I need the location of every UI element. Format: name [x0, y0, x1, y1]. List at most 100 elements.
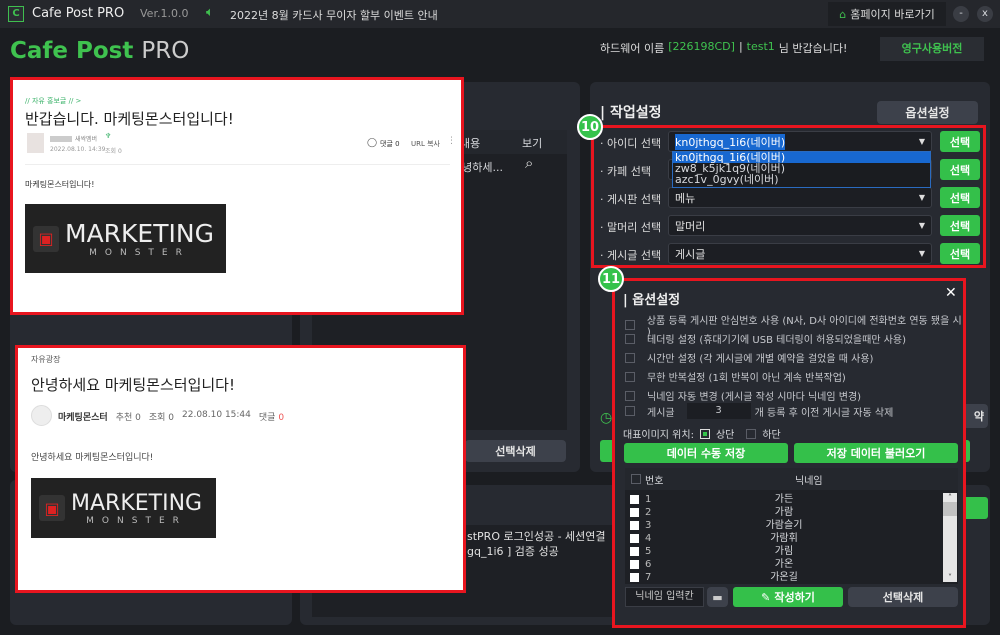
option-checkbox-row[interactable]: 닉네임 자동 변경 (게시글 작성 시마다 닉네임 변경)	[625, 388, 861, 403]
radio-bottom-label: 하단	[762, 430, 781, 441]
scroll-thumb[interactable]	[943, 502, 957, 516]
radio-bottom[interactable]	[746, 428, 757, 439]
nickname-row[interactable]: 3 가람슬기	[625, 519, 943, 532]
nickname-row[interactable]: 5 가림	[625, 545, 943, 558]
marketing-monster-logo: ▣ MARKETING MONSTER	[25, 204, 226, 273]
write-button[interactable]: ✎ 작성하기	[733, 587, 843, 607]
work-title-text: 작업설정	[610, 105, 662, 121]
row-label: · 아이디 선택	[600, 137, 662, 150]
id-dropdown-list[interactable]: kn0jthgq_1i6(네이버) zw8_k5jk1q9(네이버) azc1v…	[672, 151, 931, 188]
option-checkbox-row[interactable]: 테더링 설정 (휴대기기에 USB 테더링이 허용되었을때만 사용)	[625, 331, 906, 346]
nickname-input[interactable]: 닉네임 입력칸	[625, 587, 704, 607]
delete-selected-nick-button[interactable]: 선택삭제	[848, 587, 958, 607]
post-body: 안녕하세요 마케팅몬스터입니다!	[31, 453, 154, 463]
radio-top[interactable]	[699, 428, 710, 439]
row-select[interactable]: 게시글 ▼	[668, 243, 932, 264]
write-label: 작성하기	[774, 591, 815, 604]
nickname-row[interactable]: 7 가온길	[625, 571, 943, 584]
checkbox[interactable]	[625, 333, 635, 344]
comments-count: 0	[278, 413, 285, 423]
post-preview-2: 자유광장 안녕하세요 마케팅몬스터입니다! 마케팅몬스터 추천 0 조회 0 2…	[15, 345, 466, 593]
post-title: 안녕하세요 마케팅몬스터입니다!	[31, 376, 235, 394]
post-views: 조회 0	[105, 148, 122, 155]
minimize-button[interactable]: -	[953, 6, 969, 22]
nickname-row[interactable]: 1 가든	[625, 493, 943, 506]
scroll-down-icon[interactable]: ˅	[943, 573, 957, 582]
search-icon[interactable]: ⌕	[525, 154, 533, 172]
home-icon: ⌂	[839, 7, 847, 21]
option-checkbox-row[interactable]: 무한 반복설정 (1회 반복이 아닌 계속 반복작업)	[625, 369, 846, 384]
author[interactable]: 마케팅몬스터	[58, 410, 108, 423]
row-select[interactable]: 메뉴 ▼	[668, 187, 932, 208]
delete-selected-button[interactable]: 선택삭제	[465, 440, 566, 462]
more-icon[interactable]: ⋮	[447, 136, 456, 146]
nickname-row[interactable]: 2 가람	[625, 506, 943, 519]
select-all-checkbox[interactable]	[631, 474, 641, 484]
logo: Cafe Post PRO	[10, 38, 189, 64]
pencil-icon: ✎	[761, 590, 771, 604]
scroll-up-icon[interactable]: ˄	[943, 493, 957, 502]
comments[interactable]: 댓글 0	[259, 410, 284, 423]
image-position: 대표이미지 위치: 상단 하단	[623, 426, 781, 441]
post-label: 게시글	[647, 407, 675, 419]
title-bar: C Cafe Post PRO Ver.1.0.0 🔈︎ 2022년 8월 카드…	[0, 0, 1000, 28]
row-select-button[interactable]: 선택	[940, 131, 980, 152]
avatar	[27, 133, 44, 153]
board-name[interactable]: 자유광장	[31, 354, 60, 365]
row-select[interactable]: 말머리 ▼	[668, 215, 932, 236]
logo-pro: PRO	[141, 38, 190, 64]
post-date: 2022.08.10. 14:39	[50, 146, 106, 153]
scrollbar[interactable]: ˄ ˅	[943, 493, 957, 582]
folder-icon[interactable]: ▬	[707, 587, 728, 607]
chevron-down-icon: ▼	[918, 137, 925, 146]
close-icon[interactable]: ✕	[945, 285, 957, 301]
dropdown-option[interactable]: azc1v_0gvy(네이버)	[673, 174, 930, 185]
col-no: 번호	[645, 476, 664, 487]
nickname-row[interactable]: 4 가람휘	[625, 532, 943, 545]
checkbox[interactable]	[625, 320, 635, 330]
row-select-button[interactable]: 선택	[940, 243, 980, 264]
row-select-value: 게시글	[675, 247, 706, 261]
post-meta: 마케팅몬스터 추천 0 조회 0 22.08.10 15:44 댓글 0	[58, 410, 284, 423]
row-nick: 가림	[774, 546, 794, 557]
header: Cafe Post PRO 하드웨어 이름 [226198CD] | test1…	[0, 28, 1000, 75]
cube-icon: ▣	[39, 495, 65, 521]
row-label: · 말머리 선택	[600, 221, 662, 234]
close-button[interactable]: x	[977, 6, 993, 22]
row-select-button[interactable]: 선택	[940, 215, 980, 236]
step-badge-11: 11	[598, 266, 624, 292]
option-checkbox-row[interactable]: 시간만 설정 (각 게시글에 개별 예약을 걸었을 때 사용)	[625, 350, 873, 365]
url-copy[interactable]: URL 복사	[411, 139, 440, 149]
greeting: 님 반갑습니다!	[778, 42, 848, 55]
row-select-button[interactable]: 선택	[940, 187, 980, 208]
checkbox[interactable]	[625, 406, 635, 416]
app-name: Cafe Post PRO	[32, 6, 125, 21]
post-count-input[interactable]: 3	[686, 403, 751, 419]
post-title: 반갑습니다. 마케팅몬스터입니다!	[25, 110, 234, 128]
row-select[interactable]: kn0jthgq_1i6(네이버) ▼	[668, 131, 932, 152]
post-suffix: 개 등록 후 이전 게시글 자동 삭제	[754, 407, 894, 419]
row-select-button[interactable]: 선택	[940, 159, 980, 180]
col-view: 보기	[522, 137, 543, 150]
option-settings-button[interactable]: 옵션설정	[877, 101, 978, 124]
chevron-down-icon: ▼	[918, 221, 925, 230]
options-title-text: 옵션설정	[632, 293, 681, 308]
option-label: 테더링 설정 (휴대기기에 USB 테더링이 허용되었을때만 사용)	[647, 335, 907, 346]
board-name[interactable]: // 자유 홍보글 // >	[25, 96, 81, 106]
comments[interactable]: 댓글 0	[380, 139, 400, 149]
checkbox[interactable]	[625, 390, 635, 401]
nickname-row[interactable]: 6 가온	[625, 558, 943, 571]
license-badge[interactable]: 영구사용버전	[880, 37, 984, 61]
homepage-button[interactable]: ⌂ 홈페이지 바로가기	[828, 2, 946, 26]
views: 조회 0	[148, 413, 174, 423]
save-data-button[interactable]: 데이터 수동 저장	[624, 443, 788, 463]
row-nick: 가온길	[770, 572, 798, 583]
notice-text[interactable]: 2022년 8월 카드사 무이자 할부 이벤트 안내	[230, 7, 438, 23]
load-data-button[interactable]: 저장 데이터 불러오기	[794, 443, 958, 463]
checkbox[interactable]	[625, 352, 635, 363]
checkbox[interactable]	[625, 371, 635, 382]
col-nickname: 닉네임	[795, 476, 823, 487]
marketing-monster-logo: ▣ MARKETING MONSTER	[31, 478, 216, 538]
work-title: | 작업설정	[600, 105, 662, 121]
row-select-value: 메뉴	[675, 191, 696, 205]
